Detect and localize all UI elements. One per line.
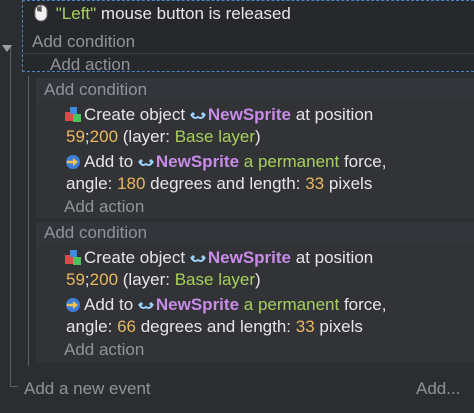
tree-line-main xyxy=(10,46,11,386)
layer-name: Base layer xyxy=(174,127,256,146)
length-value: 33 xyxy=(295,317,315,336)
layer-name: Base layer xyxy=(174,270,256,289)
position-x: 59 xyxy=(66,127,85,146)
position-y: 200 xyxy=(89,270,119,289)
collapse-arrow-icon[interactable] xyxy=(2,38,14,52)
create-object-action-line2[interactable]: 59;200 (layer: Base layer) xyxy=(66,268,261,292)
condition-string: Left xyxy=(61,4,91,23)
angle-value: 66 xyxy=(117,317,136,336)
condition-text: mouse button is released xyxy=(96,4,291,23)
position-y: 200 xyxy=(89,127,119,146)
object-name: NewSprite xyxy=(207,248,291,267)
sub-event-2[interactable]: Add condition Create object NewSprite at… xyxy=(36,222,474,362)
event-block[interactable]: "Left" mouse button is released Add cond… xyxy=(22,0,474,75)
create-object-action-line2[interactable]: 59;200 (layer: Base layer) xyxy=(66,125,261,149)
add-condition-link[interactable]: Add condition xyxy=(44,80,147,100)
add-condition-link[interactable]: Add condition xyxy=(32,32,135,52)
position-x: 59 xyxy=(66,270,85,289)
add-condition-link[interactable]: Add condition xyxy=(44,223,147,243)
add-action-link[interactable]: Add action xyxy=(50,55,130,75)
add-action-link[interactable]: Add action xyxy=(64,340,144,360)
tree-line-sub xyxy=(28,76,29,366)
event-condition[interactable]: "Left" mouse button is released xyxy=(33,4,291,27)
object-name: NewSprite xyxy=(155,152,240,171)
angle-value: 180 xyxy=(117,174,146,193)
add-new-event-link[interactable]: Add a new event xyxy=(24,379,151,399)
add-more-button[interactable]: Add... xyxy=(416,379,460,399)
object-name: NewSprite xyxy=(155,295,240,314)
add-force-action-line2[interactable]: angle: 66 degrees and length: 33 pixels xyxy=(66,315,363,339)
object-name: NewSprite xyxy=(207,105,291,124)
add-force-action-line2[interactable]: angle: 180 degrees and length: 33 pixels xyxy=(66,172,372,196)
sub-event-1[interactable]: Add condition Create object NewSprite at… xyxy=(36,78,474,218)
length-value: 33 xyxy=(305,174,325,193)
tree-line-footer xyxy=(10,386,18,387)
mouse-icon xyxy=(33,4,49,27)
add-action-link[interactable]: Add action xyxy=(64,197,144,217)
